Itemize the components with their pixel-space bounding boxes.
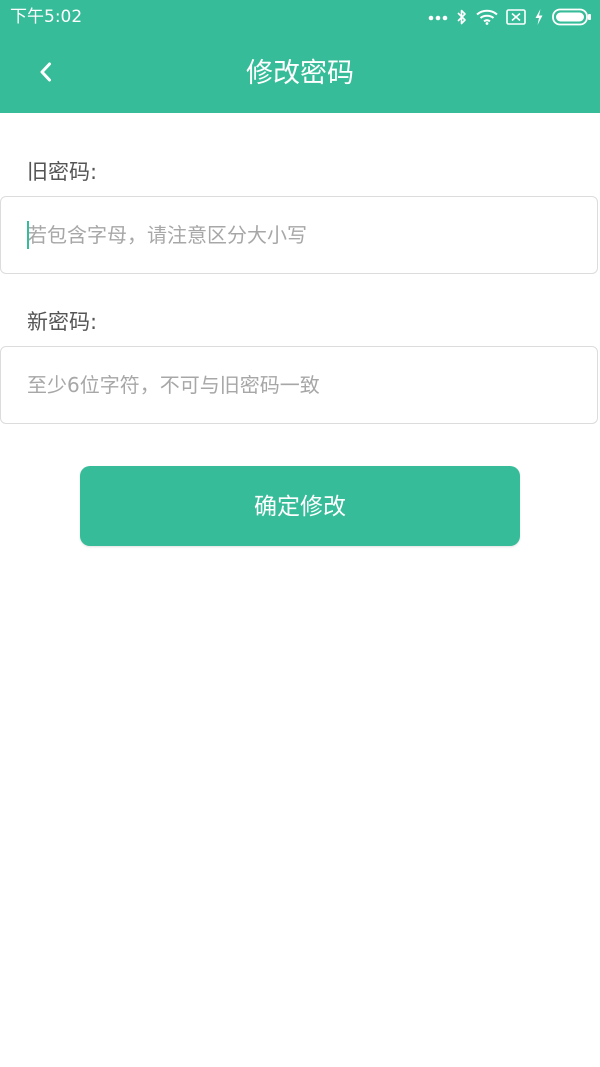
new-password-field-container bbox=[0, 346, 598, 424]
chevron-left-icon bbox=[38, 61, 54, 87]
status-time: 下午5:02 bbox=[10, 7, 83, 27]
nav-bar: 修改密码 bbox=[0, 34, 600, 113]
wifi-icon bbox=[476, 9, 498, 25]
app-header: 下午5:02 修改密码 bbox=[0, 0, 600, 113]
old-password-label: 旧密码: bbox=[27, 160, 98, 184]
new-password-input[interactable] bbox=[27, 347, 567, 423]
status-icons bbox=[428, 6, 592, 28]
page-title: 修改密码 bbox=[246, 58, 354, 89]
text-cursor bbox=[27, 221, 29, 249]
no-sim-icon bbox=[506, 9, 526, 25]
old-password-field-container bbox=[0, 196, 598, 274]
charging-icon bbox=[534, 8, 544, 26]
status-bar: 下午5:02 bbox=[0, 0, 600, 34]
old-password-input[interactable] bbox=[27, 197, 567, 273]
more-dots-icon bbox=[428, 13, 448, 21]
new-password-label: 新密码: bbox=[27, 310, 98, 334]
battery-icon bbox=[552, 8, 592, 26]
confirm-change-button[interactable]: 确定修改 bbox=[80, 466, 520, 546]
bluetooth-icon bbox=[456, 8, 468, 26]
back-button[interactable] bbox=[22, 52, 70, 96]
